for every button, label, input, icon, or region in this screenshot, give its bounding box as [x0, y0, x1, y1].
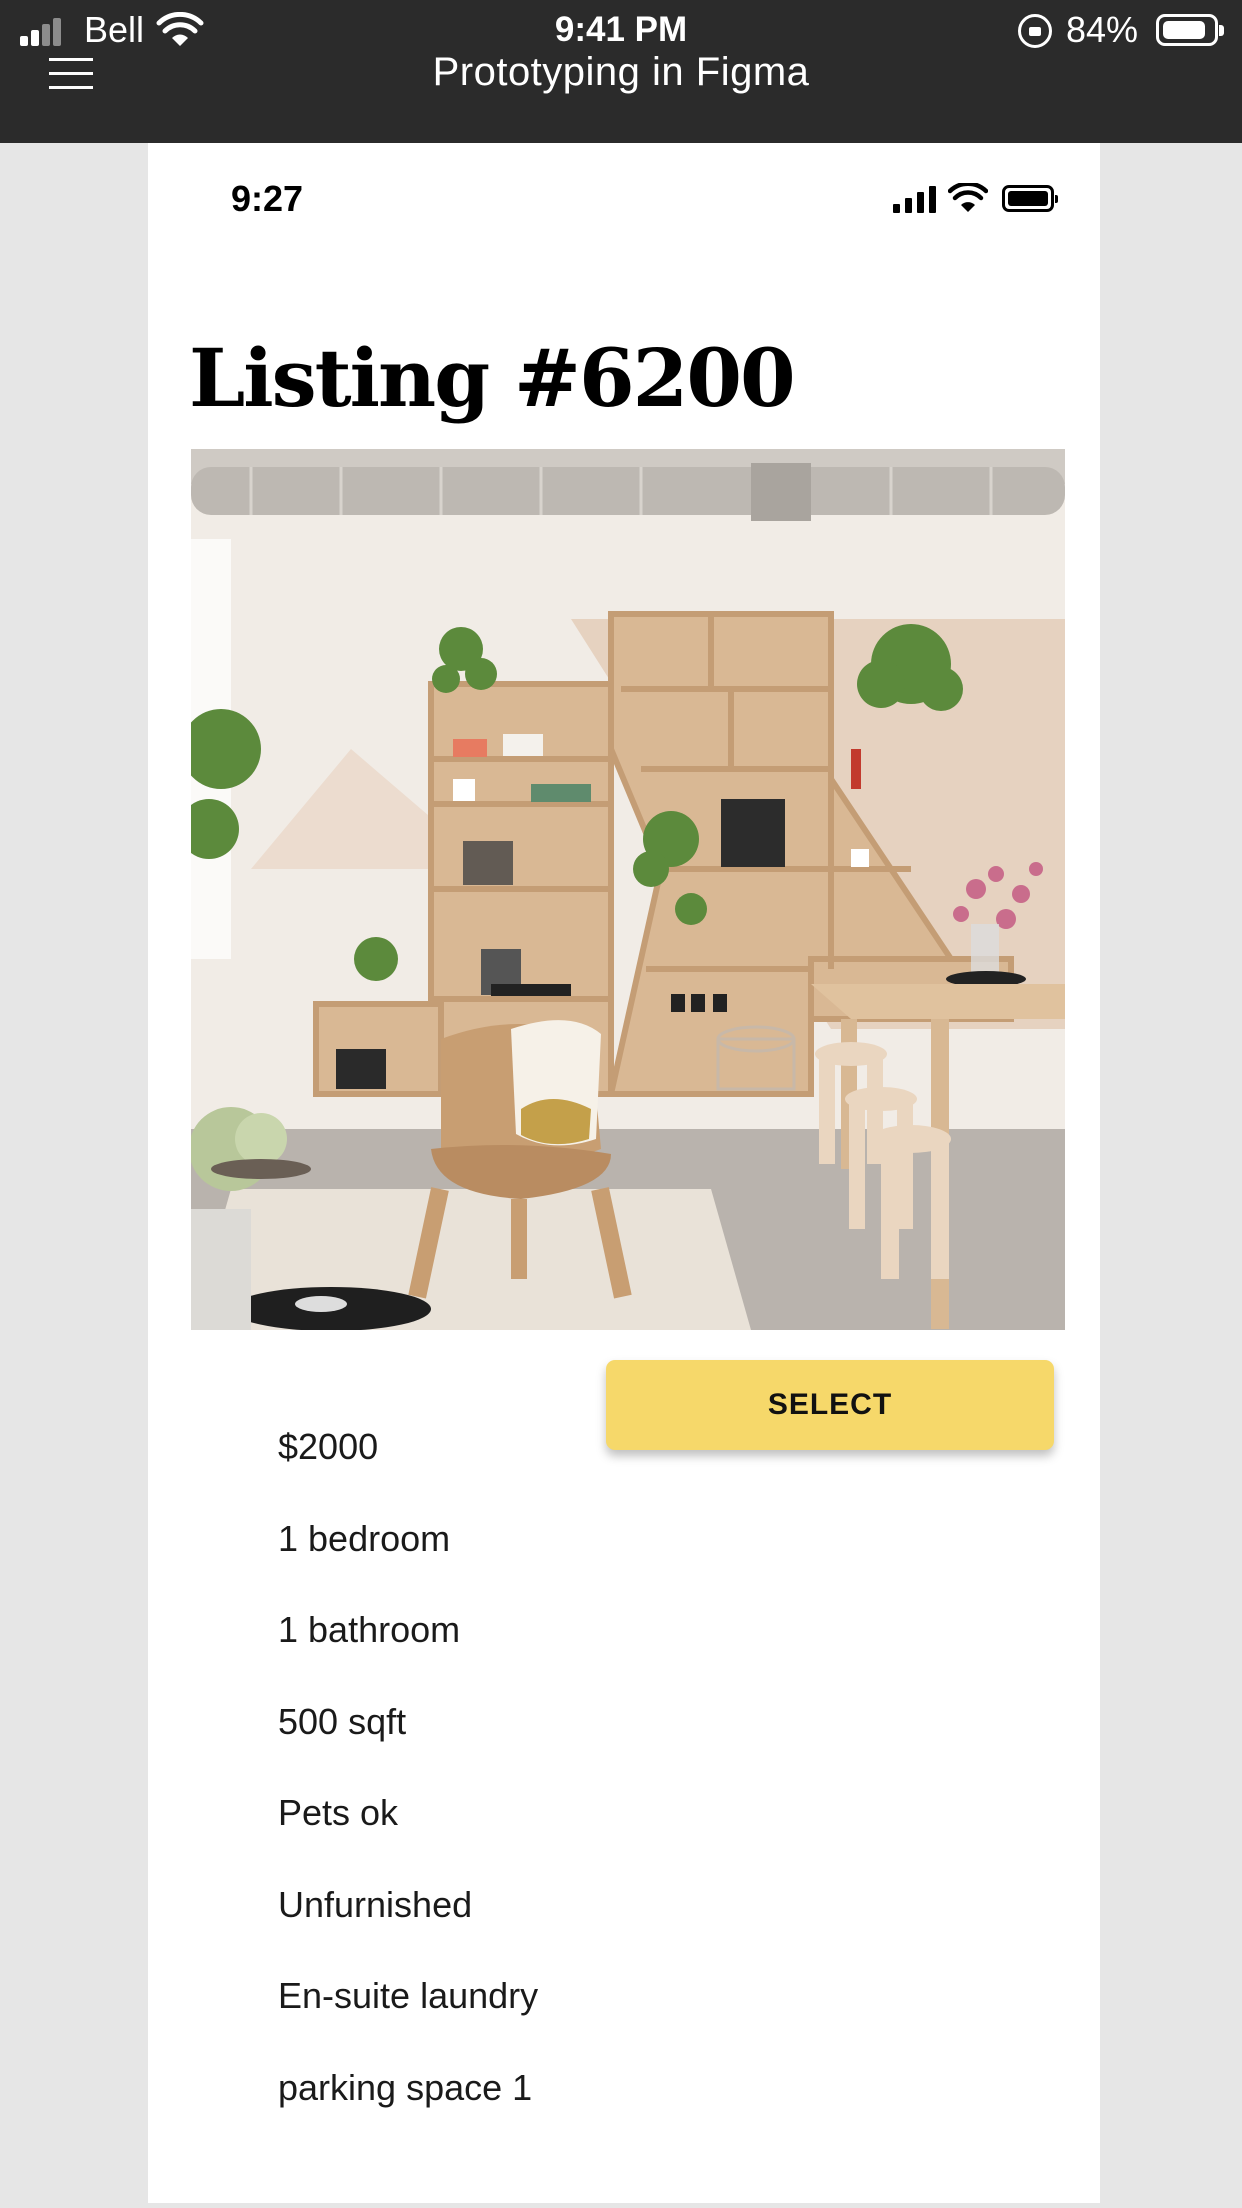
detail-laundry: En-suite laundry — [278, 1975, 539, 2016]
detail-parking: parking space 1 — [278, 2066, 533, 2108]
battery-icon — [1156, 14, 1224, 46]
listing-title: Listing #6200 — [189, 331, 796, 425]
detail-bedrooms: 1 bedroom — [278, 1517, 451, 1559]
battery-percentage: 84% — [1066, 9, 1139, 50]
prototype-frame: 9:27 Listing #6200 SELECT $2000 1 bedroo… — [148, 143, 1100, 2203]
detail-area: 500 sqft — [278, 1700, 407, 1742]
prototype-status-time: 9:27 — [231, 178, 304, 219]
detail-furnishing: Unfurnished — [278, 1883, 473, 1925]
detail-pets: Pets ok — [278, 1792, 399, 1833]
detail-price: $2000 — [278, 1426, 379, 1467]
prototype-wifi-icon — [948, 183, 988, 212]
app-top-bar: Bell 9:41 PM 84% Prototyping in Figma — [0, 0, 1242, 143]
prototype-battery-icon — [1002, 185, 1058, 212]
listing-photo — [191, 449, 1065, 1330]
select-button[interactable]: SELECT — [606, 1360, 1054, 1450]
listing-details-list: $2000 1 bedroom 1 bathroom 500 sqft Pets… — [278, 1423, 538, 2155]
device-clock: 9:41 PM — [554, 10, 688, 49]
prototype-signal-icon — [893, 185, 937, 213]
rotation-lock-icon — [1018, 14, 1052, 48]
detail-bathrooms: 1 bathroom — [278, 1609, 461, 1650]
app-title: Prototyping in Figma — [432, 50, 810, 94]
